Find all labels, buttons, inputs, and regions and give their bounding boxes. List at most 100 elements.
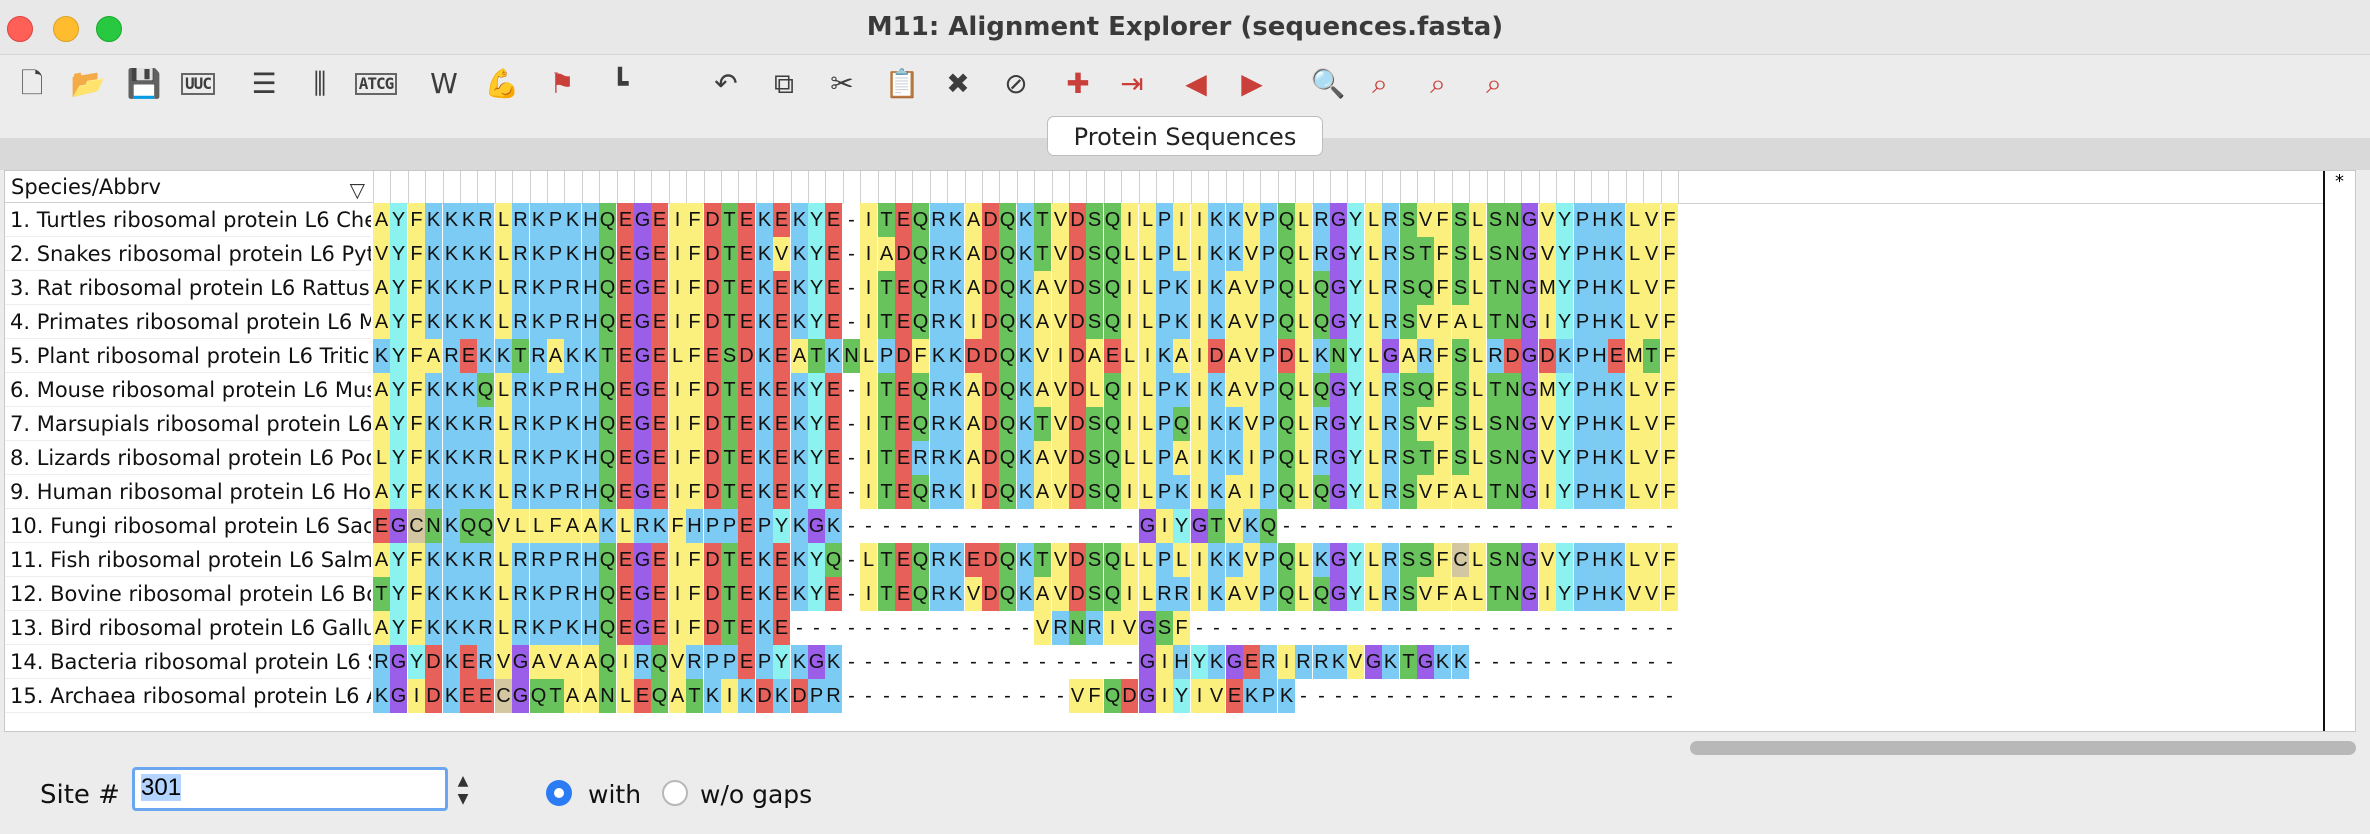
residue-cell[interactable]: K [564, 339, 581, 373]
residue-cell[interactable]: P [1260, 679, 1277, 713]
residue-cell[interactable]: D [1121, 679, 1138, 713]
residue-cell[interactable]: - [947, 645, 964, 679]
residue-cell[interactable]: K [460, 543, 477, 577]
residue-cell[interactable]: L [1121, 339, 1138, 373]
residue-cell[interactable]: E [825, 441, 842, 475]
residue-cell[interactable]: R [930, 305, 947, 339]
residue-cell[interactable]: F [408, 611, 425, 645]
residue-cell[interactable]: H [686, 509, 703, 543]
residue-cell[interactable]: E [773, 305, 790, 339]
residue-cell[interactable]: - [1504, 509, 1521, 543]
residue-cell[interactable]: K [1608, 237, 1625, 271]
residue-cell[interactable]: T [878, 271, 895, 305]
residue-cell[interactable]: F [686, 407, 703, 441]
residue-cell[interactable]: A [965, 237, 982, 271]
residue-cell[interactable]: E [895, 475, 912, 509]
residue-cell[interactable]: Q [999, 237, 1016, 271]
residue-cell[interactable]: L [1365, 237, 1382, 271]
residue-cell[interactable]: V [1643, 305, 1660, 339]
residue-cell[interactable]: K [1313, 339, 1330, 373]
residue-cell[interactable]: P [1574, 373, 1591, 407]
case-toggle-icon[interactable]: UUC [178, 64, 218, 104]
residue-cell[interactable]: F [1434, 543, 1451, 577]
residue-cell[interactable]: K [1452, 645, 1469, 679]
residue-cell[interactable]: Q [599, 543, 616, 577]
residue-cell[interactable]: - [843, 611, 860, 645]
residue-cell[interactable]: - [1539, 611, 1556, 645]
residue-cell[interactable]: - [843, 271, 860, 305]
residue-cell[interactable]: F [1434, 305, 1451, 339]
residue-cell[interactable]: Y [1347, 339, 1364, 373]
residue-cell[interactable]: - [1295, 611, 1312, 645]
residue-cell[interactable]: Q [912, 543, 929, 577]
residue-cell[interactable]: F [686, 373, 703, 407]
residue-cell[interactable]: Q [1278, 373, 1295, 407]
residue-cell[interactable]: L [617, 679, 634, 713]
residue-cell[interactable]: S [1086, 407, 1103, 441]
residue-cell[interactable]: K [1208, 407, 1225, 441]
residue-cell[interactable]: K [460, 441, 477, 475]
residue-cell[interactable]: Y [808, 305, 825, 339]
residue-cell[interactable]: Q [1104, 441, 1121, 475]
residue-cell[interactable]: G [1521, 271, 1538, 305]
residue-cell[interactable]: - [1347, 679, 1364, 713]
residue-cell[interactable]: L [1295, 373, 1312, 407]
residue-cell[interactable]: E [773, 475, 790, 509]
residue-cell[interactable]: V [547, 645, 564, 679]
residue-cell[interactable]: - [1626, 611, 1643, 645]
residue-cell[interactable]: - [1313, 679, 1330, 713]
residue-cell[interactable]: Q [1278, 407, 1295, 441]
residue-cell[interactable]: L [1365, 407, 1382, 441]
residue-cell[interactable]: K [443, 237, 460, 271]
residue-cell[interactable]: S [1452, 373, 1469, 407]
residue-cell[interactable]: Q [1104, 203, 1121, 237]
residue-cell[interactable]: E [617, 611, 634, 645]
residue-cell[interactable]: I [1278, 645, 1295, 679]
residue-cell[interactable]: - [860, 645, 877, 679]
residue-cell[interactable]: R [512, 373, 529, 407]
residue-cell[interactable]: K [1017, 339, 1034, 373]
residue-cell[interactable]: G [390, 679, 407, 713]
residue-cell[interactable]: G [1330, 305, 1347, 339]
residue-cell[interactable]: - [791, 611, 808, 645]
residue-cell[interactable]: G [1330, 373, 1347, 407]
residue-cell[interactable]: L [1121, 441, 1138, 475]
residue-cell[interactable]: V [373, 237, 390, 271]
residue-cell[interactable]: R [1382, 577, 1399, 611]
residue-cell[interactable]: K [791, 475, 808, 509]
residue-cell[interactable]: Q [1313, 305, 1330, 339]
residue-cell[interactable]: - [1539, 645, 1556, 679]
residue-cell[interactable]: F [686, 339, 703, 373]
residue-cell[interactable]: - [895, 509, 912, 543]
residue-cell[interactable]: K [1382, 645, 1399, 679]
residue-cell[interactable]: E [617, 271, 634, 305]
residue-cell[interactable]: K [443, 509, 460, 543]
residue-cell[interactable]: R [930, 407, 947, 441]
residue-cell[interactable]: I [860, 441, 877, 475]
residue-cell[interactable]: - [1504, 645, 1521, 679]
residue-cell[interactable]: Y [1556, 271, 1573, 305]
residue-cell[interactable]: L [495, 373, 512, 407]
residue-cell[interactable]: Q [477, 509, 494, 543]
residue-cell[interactable]: V [1243, 339, 1260, 373]
residue-cell[interactable]: R [1417, 339, 1434, 373]
residue-cell[interactable]: V [1121, 611, 1138, 645]
residue-cell[interactable]: Q [530, 679, 547, 713]
residue-cell[interactable]: R [512, 305, 529, 339]
residue-cell[interactable]: I [1539, 305, 1556, 339]
residue-cell[interactable]: A [965, 441, 982, 475]
residue-cell[interactable]: Q [1104, 407, 1121, 441]
residue-cell[interactable]: K [530, 305, 547, 339]
residue-cell[interactable]: - [1260, 611, 1277, 645]
residue-cell[interactable]: - [1521, 645, 1538, 679]
search-icon[interactable]: 🔍 [1308, 64, 1348, 104]
residue-cell[interactable]: G [512, 679, 529, 713]
residue-cell[interactable]: P [1574, 237, 1591, 271]
residue-cell[interactable]: G [1139, 679, 1156, 713]
residue-cell[interactable]: Q [912, 203, 929, 237]
residue-cell[interactable]: R [1487, 339, 1504, 373]
residue-cell[interactable]: V [1052, 475, 1069, 509]
residue-cell[interactable]: Y [1556, 305, 1573, 339]
residue-cell[interactable]: P [547, 407, 564, 441]
residue-cell[interactable]: K [530, 203, 547, 237]
